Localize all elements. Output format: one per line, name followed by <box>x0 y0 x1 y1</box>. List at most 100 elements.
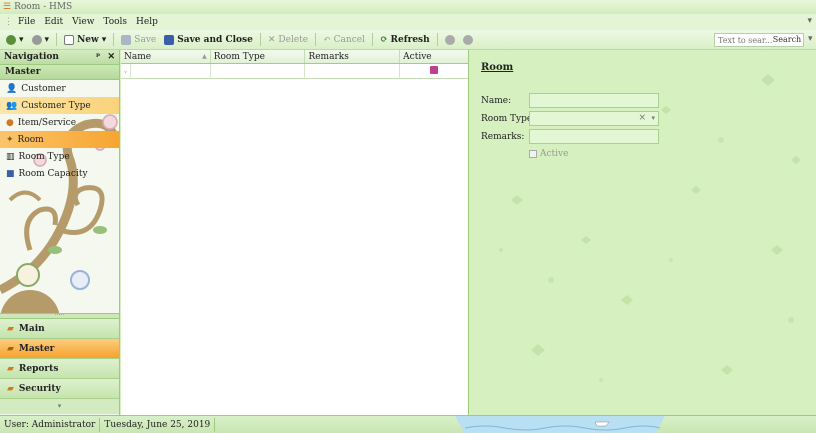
filter-cell-name[interactable] <box>131 64 211 79</box>
remarks-label: Remarks: <box>481 132 525 142</box>
checkbox-icon[interactable] <box>529 150 537 158</box>
status-date: Tuesday, June 25, 2019 <box>100 417 216 432</box>
folder-icon: ▰ <box>7 383 14 394</box>
nav-group-security[interactable]: ▰ Security <box>0 379 119 399</box>
column-header-room-type[interactable]: Room Type <box>211 50 306 63</box>
menu-file[interactable]: File <box>18 17 35 27</box>
service-icon: ● <box>6 117 14 128</box>
back-arrow-icon <box>6 34 16 45</box>
grid-filter-row: ᵧ <box>121 64 468 79</box>
app-icon: ☰ <box>3 2 12 12</box>
nav-item-customer[interactable]: 👤 Customer <box>0 80 119 97</box>
nav-group-reports[interactable]: ▰ Reports <box>0 359 119 379</box>
last-record-button[interactable] <box>460 32 476 48</box>
remarks-field[interactable] <box>529 129 659 144</box>
toolbar-separator <box>259 33 261 46</box>
cancel-label: Cancel <box>333 34 365 45</box>
chevron-down-icon[interactable]: ▾ <box>651 114 655 122</box>
name-field[interactable] <box>529 93 659 108</box>
room-type-select[interactable]: × ▾ <box>529 111 659 126</box>
column-label: Remarks <box>308 51 349 62</box>
navigation-title: Navigation <box>4 52 59 62</box>
people-icon: 👥 <box>6 100 18 111</box>
nav-group-label: Security <box>18 383 61 394</box>
column-label: Active <box>403 51 432 62</box>
data-grid: Name ▲ Room Type Remarks Active ᵧ <box>121 50 469 415</box>
toolbar: ▾ ▾ New ▾ Save Save and Close ✕ Delete ↶ … <box>0 30 816 50</box>
save-button[interactable]: Save <box>118 32 159 48</box>
active-label: Active <box>540 149 569 159</box>
close-icon[interactable]: ✕ <box>107 52 115 62</box>
nav-item-label: Item/Service <box>17 117 77 128</box>
nav-item-room-capacity[interactable]: ■ Room Capacity <box>0 165 119 182</box>
column-label: Room Type <box>213 51 265 62</box>
cancel-button[interactable]: ↶ Cancel <box>320 32 368 48</box>
nav-group-master[interactable]: ▰ Master <box>0 339 119 359</box>
clear-icon[interactable]: × <box>638 113 646 123</box>
detail-panel: Room Name: Room Type: × ▾ Remarks: Activ… <box>471 50 816 415</box>
new-label: New <box>77 34 99 45</box>
sort-up-icon: ▲ <box>202 53 207 60</box>
nav-item-customer-type[interactable]: 👥 Customer Type <box>0 97 119 114</box>
undo-icon: ↶ <box>323 34 331 45</box>
status-bar: User: Administrator Tuesday, June 25, 20… <box>0 415 816 433</box>
toolbar-overflow-icon[interactable]: ▾ <box>808 34 813 44</box>
refresh-button[interactable]: ⟳ Refresh <box>377 32 433 48</box>
folder-icon: ▰ <box>7 343 14 354</box>
nav-item-item-service[interactable]: ● Item/Service <box>0 114 119 131</box>
room-type-label: Room Type: <box>481 114 536 124</box>
nav-item-room-type[interactable]: ▥ Room Type <box>0 148 119 165</box>
folder-icon: ▰ <box>7 323 14 334</box>
forward-button[interactable]: ▾ <box>29 32 53 48</box>
pin-icon[interactable]: ᵖ <box>96 52 101 62</box>
toolbar-separator <box>56 33 58 46</box>
delete-label: Delete <box>278 34 309 45</box>
menu-view[interactable]: View <box>72 17 94 27</box>
save-label: Save <box>134 34 157 45</box>
refresh-label: Refresh <box>390 34 430 45</box>
nav-item-label: Room Type <box>18 151 70 162</box>
filter-cell-remarks[interactable] <box>305 64 401 79</box>
menu-tools[interactable]: Tools <box>103 17 127 27</box>
nav-item-label: Customer Type <box>21 100 91 111</box>
back-button[interactable]: ▾ <box>3 32 27 48</box>
new-document-icon <box>64 34 75 45</box>
status-user: User: Administrator <box>0 417 101 432</box>
active-checkbox[interactable]: Active <box>529 149 568 159</box>
column-header-active[interactable]: Active <box>400 50 468 63</box>
menu-help[interactable]: Help <box>136 17 158 27</box>
delete-icon: ✕ <box>267 34 276 45</box>
nav-group-label: Reports <box>18 363 59 374</box>
column-label: Name <box>124 51 152 62</box>
filter-icon[interactable]: ᵧ <box>121 64 131 79</box>
checkbox-filter-icon[interactable] <box>430 66 439 74</box>
title-bar: ☰ Room - HMS <box>0 0 816 14</box>
nav-item-label: Room Capacity <box>18 168 88 179</box>
nav-groups-overflow-icon[interactable]: ▾ <box>0 399 119 414</box>
record-nav-icon <box>462 34 473 45</box>
folder-icon: ▰ <box>7 363 14 374</box>
wave-decoration-icon <box>455 416 665 433</box>
toolbar-separator <box>315 33 317 46</box>
search-button[interactable]: Search <box>770 33 804 47</box>
menu-overflow-icon[interactable]: ▾ <box>807 16 812 26</box>
grid-header: Name ▲ Room Type Remarks Active <box>121 50 468 64</box>
column-header-name[interactable]: Name ▲ <box>121 50 211 63</box>
new-button[interactable]: New ▾ <box>61 32 109 48</box>
navigation-pane: Navigation ᵖ ✕ Master 👤 Customer 👥 Custo… <box>0 50 120 415</box>
nav-item-label: Room <box>17 134 44 145</box>
column-header-remarks[interactable]: Remarks <box>305 50 401 63</box>
filter-cell-active[interactable] <box>400 64 468 79</box>
filter-cell-room-type[interactable] <box>211 64 306 79</box>
nav-group-main[interactable]: ▰ Main <box>0 319 119 339</box>
nav-item-room[interactable]: ✦ Room <box>0 131 119 148</box>
forward-arrow-icon <box>31 34 42 45</box>
menu-edit[interactable]: Edit <box>44 17 63 27</box>
nav-group-label: Main <box>18 323 45 334</box>
first-record-button[interactable] <box>442 32 458 48</box>
delete-button[interactable]: ✕ Delete <box>265 32 311 48</box>
nav-group-title: Master <box>0 65 119 80</box>
person-icon: 👤 <box>6 83 18 94</box>
save-and-close-button[interactable]: Save and Close <box>161 32 256 48</box>
navigation-header-controls: ᵖ ✕ <box>96 52 115 62</box>
